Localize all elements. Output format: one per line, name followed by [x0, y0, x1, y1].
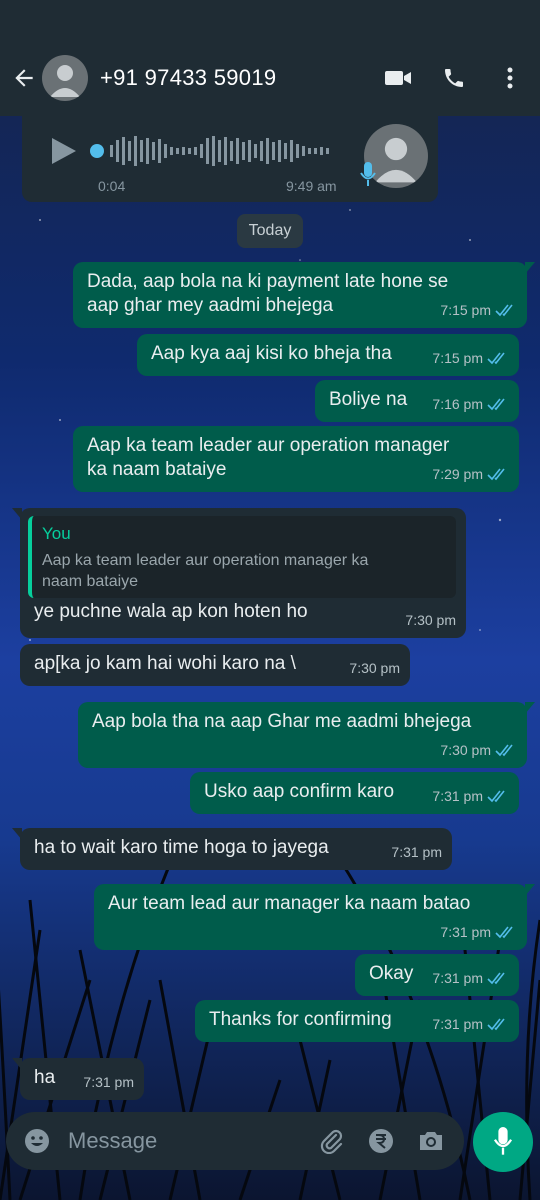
back-arrow-icon[interactable] [6, 60, 42, 96]
voice-call-icon[interactable] [434, 58, 474, 98]
payment-icon[interactable] [364, 1124, 398, 1158]
voice-record-button[interactable] [473, 1112, 533, 1172]
message-bubble-in[interactable]: ap[ka jo kam hai wohi karo na \ 7:30 pm [20, 644, 410, 686]
voice-time: 9:49 am [286, 178, 337, 194]
read-ticks-icon [495, 304, 513, 317]
read-ticks-icon [487, 398, 505, 411]
voice-message[interactable]: 0:04 9:49 am [22, 116, 438, 202]
emoji-icon[interactable] [18, 1122, 56, 1160]
message-text: Aur team lead aur manager ka naam batao [108, 893, 471, 914]
quoted-text: naam bataiye [42, 573, 139, 590]
quoted-text: Aap ka team leader aur operation manager… [42, 552, 369, 569]
chat-header: +91 97433 59019 [0, 40, 540, 116]
date-divider: Today [237, 214, 303, 248]
message-time: 7:30 pm [440, 742, 491, 758]
message-time: 7:16 pm [432, 396, 483, 412]
message-bubble-out[interactable]: Aap bola tha na aap Ghar me aadmi bhejeg… [78, 702, 535, 768]
read-ticks-icon [487, 790, 505, 803]
contact-name[interactable]: +91 97433 59019 [100, 65, 378, 91]
read-ticks-icon [495, 926, 513, 939]
message-time: 7:30 pm [349, 660, 400, 676]
message-text: ha to wait karo time hoga to jayega [34, 837, 329, 858]
message-bubble-in[interactable]: ha to wait karo time hoga to jayega 7:31… [12, 828, 452, 870]
message-bubble-out[interactable]: Thanks for confirming 7:31 pm [195, 1000, 519, 1042]
message-time: 7:31 pm [432, 970, 483, 986]
read-ticks-icon [487, 972, 505, 985]
video-call-icon[interactable] [378, 58, 418, 98]
message-time: 7:15 pm [440, 302, 491, 318]
message-bubble-out[interactable]: Dada, aap bola na ki payment late hone s… [73, 262, 535, 328]
message-bubble-out[interactable]: Aap kya aaj kisi ko bheja tha 7:15 pm [137, 334, 519, 376]
read-ticks-icon [495, 744, 513, 757]
mic-icon [360, 162, 376, 186]
more-options-icon[interactable] [490, 58, 530, 98]
message-text: Aap bola tha na aap Ghar me aadmi bhejeg… [92, 711, 472, 732]
message-bubble-out[interactable]: Usko aap confirm karo 7:31 pm [190, 772, 519, 814]
message-time: 7:29 pm [432, 466, 483, 482]
message-time: 7:31 pm [432, 788, 483, 804]
message-bubble-out[interactable]: Okay 7:31 pm [355, 954, 519, 996]
message-text: ap[ka jo kam hai wohi karo na \ [34, 653, 296, 674]
read-ticks-icon [487, 468, 505, 481]
play-icon[interactable] [48, 136, 78, 166]
message-time: 7:31 pm [391, 844, 442, 860]
voice-duration: 0:04 [98, 178, 126, 194]
message-time: 7:31 pm [83, 1074, 134, 1090]
quoted-reply[interactable]: You Aap ka team leader aur operation man… [28, 516, 456, 598]
message-time: 7:31 pm [432, 1016, 483, 1032]
message-bubble-out[interactable]: Aur team lead aur manager ka naam batao … [94, 884, 535, 950]
message-time: 7:30 pm [405, 612, 456, 628]
message-text: ye puchne wala ap kon hoten ho [34, 601, 308, 622]
camera-icon[interactable] [414, 1124, 448, 1158]
message-bubble-in[interactable]: ha 7:31 pm [12, 1058, 144, 1100]
message-text: Dada, aap bola na ki payment late hone s… [87, 271, 449, 292]
message-bubble-in[interactable]: You Aap ka team leader aur operation man… [12, 508, 466, 638]
read-ticks-icon [487, 1018, 505, 1031]
read-ticks-icon [487, 352, 505, 365]
quoted-sender: You [42, 524, 71, 543]
message-text: Aap ka team leader aur operation manager [87, 435, 450, 456]
message-composer: Message [6, 1112, 464, 1170]
message-input[interactable]: Message [68, 1128, 314, 1154]
message-list[interactable]: 0:04 9:49 am Today Dada, aap bola na ki … [0, 116, 540, 1106]
mic-icon [493, 1127, 513, 1155]
avatar[interactable] [42, 55, 88, 101]
message-time: 7:31 pm [440, 924, 491, 940]
waveform[interactable] [90, 132, 338, 170]
message-bubble-out[interactable]: Boliye na 7:16 pm [315, 380, 519, 422]
status-bar [0, 0, 540, 40]
message-bubble-out[interactable]: Aap ka team leader aur operation manager… [73, 426, 519, 492]
message-time: 7:15 pm [432, 350, 483, 366]
attach-icon[interactable] [314, 1124, 348, 1158]
